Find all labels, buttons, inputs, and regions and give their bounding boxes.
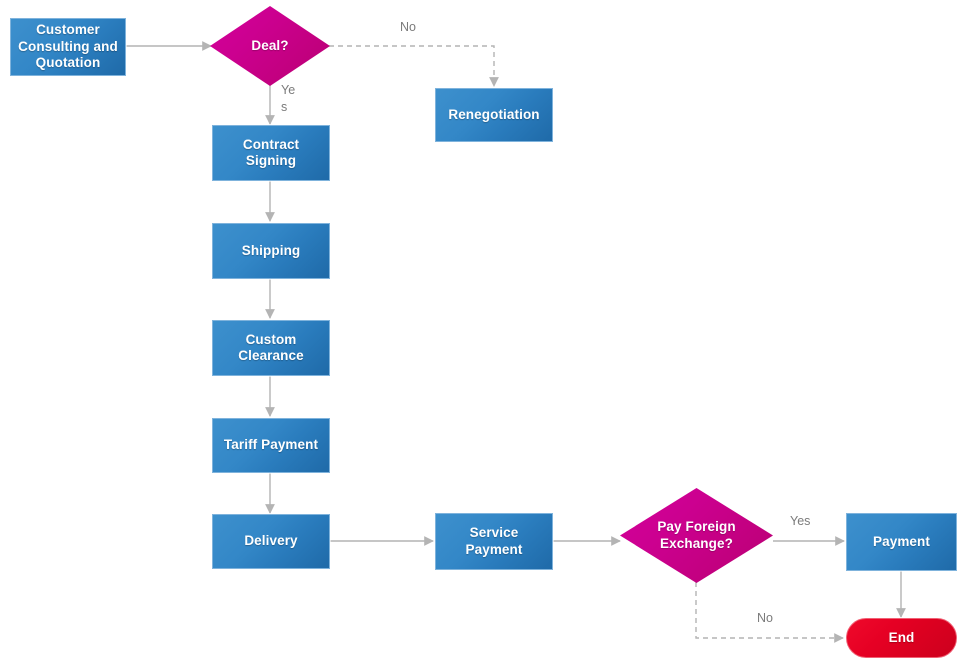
node-pay-foreign-exchange-decision[interactable]: Pay Foreign Exchange? <box>620 488 773 583</box>
node-shipping[interactable]: Shipping <box>212 223 330 279</box>
node-delivery[interactable]: Delivery <box>212 514 330 569</box>
node-customer-consulting-and-quotation[interactable]: Customer Consulting and Quotation <box>10 18 126 76</box>
node-label: Customer Consulting and Quotation <box>18 22 118 71</box>
edge-label-forex-yes: Yes <box>790 514 811 528</box>
node-deal-decision[interactable]: Deal? <box>210 6 330 86</box>
node-label: Tariff Payment <box>223 437 319 453</box>
node-payment[interactable]: Payment <box>846 513 957 571</box>
edge-label-deal-yes: Ye s <box>281 83 296 114</box>
edge-label-deal-no: No <box>400 20 416 34</box>
node-label: Custom Clearance <box>238 331 304 363</box>
node-label: Contract Signing <box>242 136 300 168</box>
node-label: Renegotiation <box>448 106 540 122</box>
edge-label-forex-no: No <box>757 611 773 625</box>
node-label: Shipping <box>241 242 301 258</box>
node-label: Delivery <box>244 533 298 549</box>
node-contract-signing[interactable]: Contract Signing <box>212 125 330 181</box>
flowchart-canvas: Customer Consulting and Quotation Deal? … <box>0 0 969 665</box>
node-label: End <box>888 629 915 645</box>
node-end[interactable]: End <box>846 618 957 658</box>
node-label: Pay Foreign Exchange? <box>657 519 736 551</box>
node-tariff-payment[interactable]: Tariff Payment <box>212 418 330 473</box>
node-service-payment[interactable]: Service Payment <box>435 513 553 570</box>
node-label: Service Payment <box>465 525 523 557</box>
edge-deal-to-renegotiation <box>329 45 499 87</box>
node-renegotiation[interactable]: Renegotiation <box>435 88 553 142</box>
node-custom-clearance[interactable]: Custom Clearance <box>212 320 330 376</box>
node-label: Payment <box>873 533 930 549</box>
node-label: Deal? <box>251 37 289 53</box>
